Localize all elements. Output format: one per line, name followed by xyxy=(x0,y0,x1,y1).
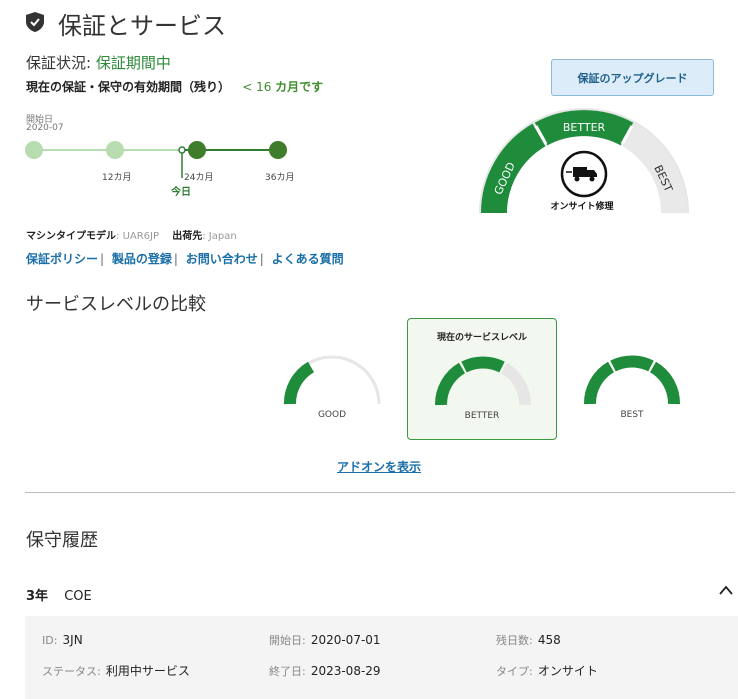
service-card-best-label: BEST xyxy=(620,410,644,420)
support-links: 保証ポリシー | 製品の登録 | お問い合わせ | よくある質問 xyxy=(26,252,344,266)
service-level-gauge: GOOD BETTER BEST オンサイト修理 xyxy=(479,108,689,214)
model-label: マシンタイプモデル xyxy=(26,231,116,242)
detail-type: タイプ: オンサイト xyxy=(496,664,598,678)
status-label: 保証状況: xyxy=(26,54,92,72)
timeline-node-12 xyxy=(106,141,124,159)
timeline-node-24 xyxy=(188,141,206,159)
machine-info: マシンタイプモデル: UAR6JP 出荷先: Japan xyxy=(26,231,237,242)
mini-gauge-good xyxy=(283,355,381,405)
ship-label: 出荷先 xyxy=(172,231,203,242)
timeline-node-start xyxy=(25,141,43,159)
detail-start: 開始日: 2020-07-01 xyxy=(269,633,381,647)
ship-value: Japan xyxy=(208,231,237,242)
current-level-label: 現在のサービスレベル xyxy=(436,333,527,343)
status-value: 保証期間中 xyxy=(95,54,171,72)
mini-gauge-best xyxy=(583,355,681,405)
compare-title: サービスレベルの比較 xyxy=(26,294,206,315)
warranty-status: 保証状況: 保証期間中 xyxy=(26,52,171,73)
service-card-best: BEST xyxy=(557,318,707,440)
timeline-node-36 xyxy=(269,141,287,159)
timeline-today-marker xyxy=(178,146,186,154)
link-contact[interactable]: お問い合わせ xyxy=(186,252,258,266)
warranty-timeline xyxy=(25,141,287,178)
timeline-start-date: 2020-07 xyxy=(26,123,64,133)
link-product-registration[interactable]: 製品の登録 xyxy=(112,252,172,266)
timeline-tick-12: 12カ月 xyxy=(102,173,132,183)
contract-details-panel: ID: 3JN 開始日: 2020-07-01 残日数: 458 ステータス: … xyxy=(25,616,738,699)
shield-check-icon xyxy=(26,12,44,32)
detail-id: ID: 3JN xyxy=(42,633,83,647)
truck-icon xyxy=(560,150,608,198)
link-warranty-policy[interactable]: 保証ポリシー xyxy=(26,252,98,266)
remaining-label: 現在の保証・保守の有効期間（残り） xyxy=(26,80,231,94)
service-card-good-label: GOOD xyxy=(317,410,347,420)
link-faq[interactable]: よくある質問 xyxy=(272,252,344,266)
gauge-center-label: オンサイト修理 xyxy=(550,200,613,212)
page-title: 保証とサービス xyxy=(58,12,226,40)
remaining-value: < 16 カ月です xyxy=(242,80,324,94)
remaining-period: 現在の保証・保守の有効期間（残り） < 16 カ月です xyxy=(26,78,323,95)
contract-header[interactable]: 3年 COE xyxy=(26,585,92,604)
contract-type: COE xyxy=(64,589,92,604)
history-title: 保守履歴 xyxy=(26,530,98,551)
upgrade-warranty-button[interactable]: 保証のアップグレード xyxy=(551,59,714,96)
mini-gauge-better xyxy=(434,356,532,406)
contract-years: 3年 xyxy=(26,589,49,604)
service-card-better-current: 現在のサービスレベル BETTER xyxy=(407,318,557,440)
gauge-better-label: BETTER xyxy=(563,121,606,134)
service-card-better-label: BETTER xyxy=(464,411,500,421)
detail-end: 終了日: 2023-08-29 xyxy=(269,664,381,678)
detail-remaining: 残日数: 458 xyxy=(496,633,561,647)
model-value: UAR6JP xyxy=(122,231,160,242)
service-card-good: GOOD xyxy=(257,318,407,440)
section-divider xyxy=(25,492,735,493)
detail-status: ステータス: 利用中サービス xyxy=(42,664,190,678)
timeline-today-label: 今日 xyxy=(171,187,191,198)
show-addons-link[interactable]: アドオンを表示 xyxy=(0,458,738,475)
timeline-tick-36: 36カ月 xyxy=(265,173,295,183)
timeline-tick-24: 24カ月 xyxy=(184,173,214,183)
chevron-up-icon[interactable] xyxy=(718,584,734,596)
